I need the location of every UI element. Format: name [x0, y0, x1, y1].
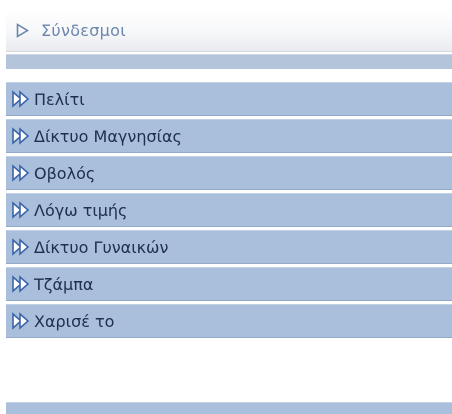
double-arrow-icon [12, 238, 30, 256]
menu-item-label: Πελίτι [34, 89, 85, 109]
menu-item-label: Τζάμπα [34, 274, 94, 294]
double-arrow-icon [12, 164, 30, 182]
menu-item-label: Χαρισέ το [34, 311, 115, 331]
double-arrow-icon [12, 312, 30, 330]
double-arrow-icon [12, 127, 30, 145]
header-divider-band [6, 54, 452, 69]
links-panel-header: Σύνδεσμοι [6, 10, 452, 52]
links-menu: Πελίτι Δίκτυο Μαγνησίας Οβολός Λόγω τιμή… [6, 82, 452, 341]
double-arrow-icon [12, 275, 30, 293]
double-arrow-icon [12, 201, 30, 219]
links-panel-footer-band [6, 402, 452, 414]
menu-item-diktyo-gynaikon[interactable]: Δίκτυο Γυναικών [6, 230, 452, 264]
menu-item-label: Οβολός [34, 163, 96, 183]
menu-item-label: Λόγω τιμής [34, 200, 128, 220]
menu-item-charise-to[interactable]: Χαρισέ το [6, 304, 452, 338]
triangle-outline-right-icon [16, 23, 29, 38]
menu-item-tzampa[interactable]: Τζάμπα [6, 267, 452, 301]
menu-item-diktyo-magnisias[interactable]: Δίκτυο Μαγνησίας [6, 119, 452, 153]
links-panel: Σύνδεσμοι Πελίτι Δίκτυο Μαγνησίας Οβολός [6, 10, 452, 414]
menu-item-label: Δίκτυο Γυναικών [34, 237, 169, 257]
menu-item-logo-timis[interactable]: Λόγω τιμής [6, 193, 452, 227]
menu-item-label: Δίκτυο Μαγνησίας [34, 126, 182, 146]
menu-item-ovolos[interactable]: Οβολός [6, 156, 452, 190]
double-arrow-icon [12, 90, 30, 108]
menu-item-peliti[interactable]: Πελίτι [6, 82, 452, 116]
links-panel-title: Σύνδεσμοι [41, 21, 126, 40]
